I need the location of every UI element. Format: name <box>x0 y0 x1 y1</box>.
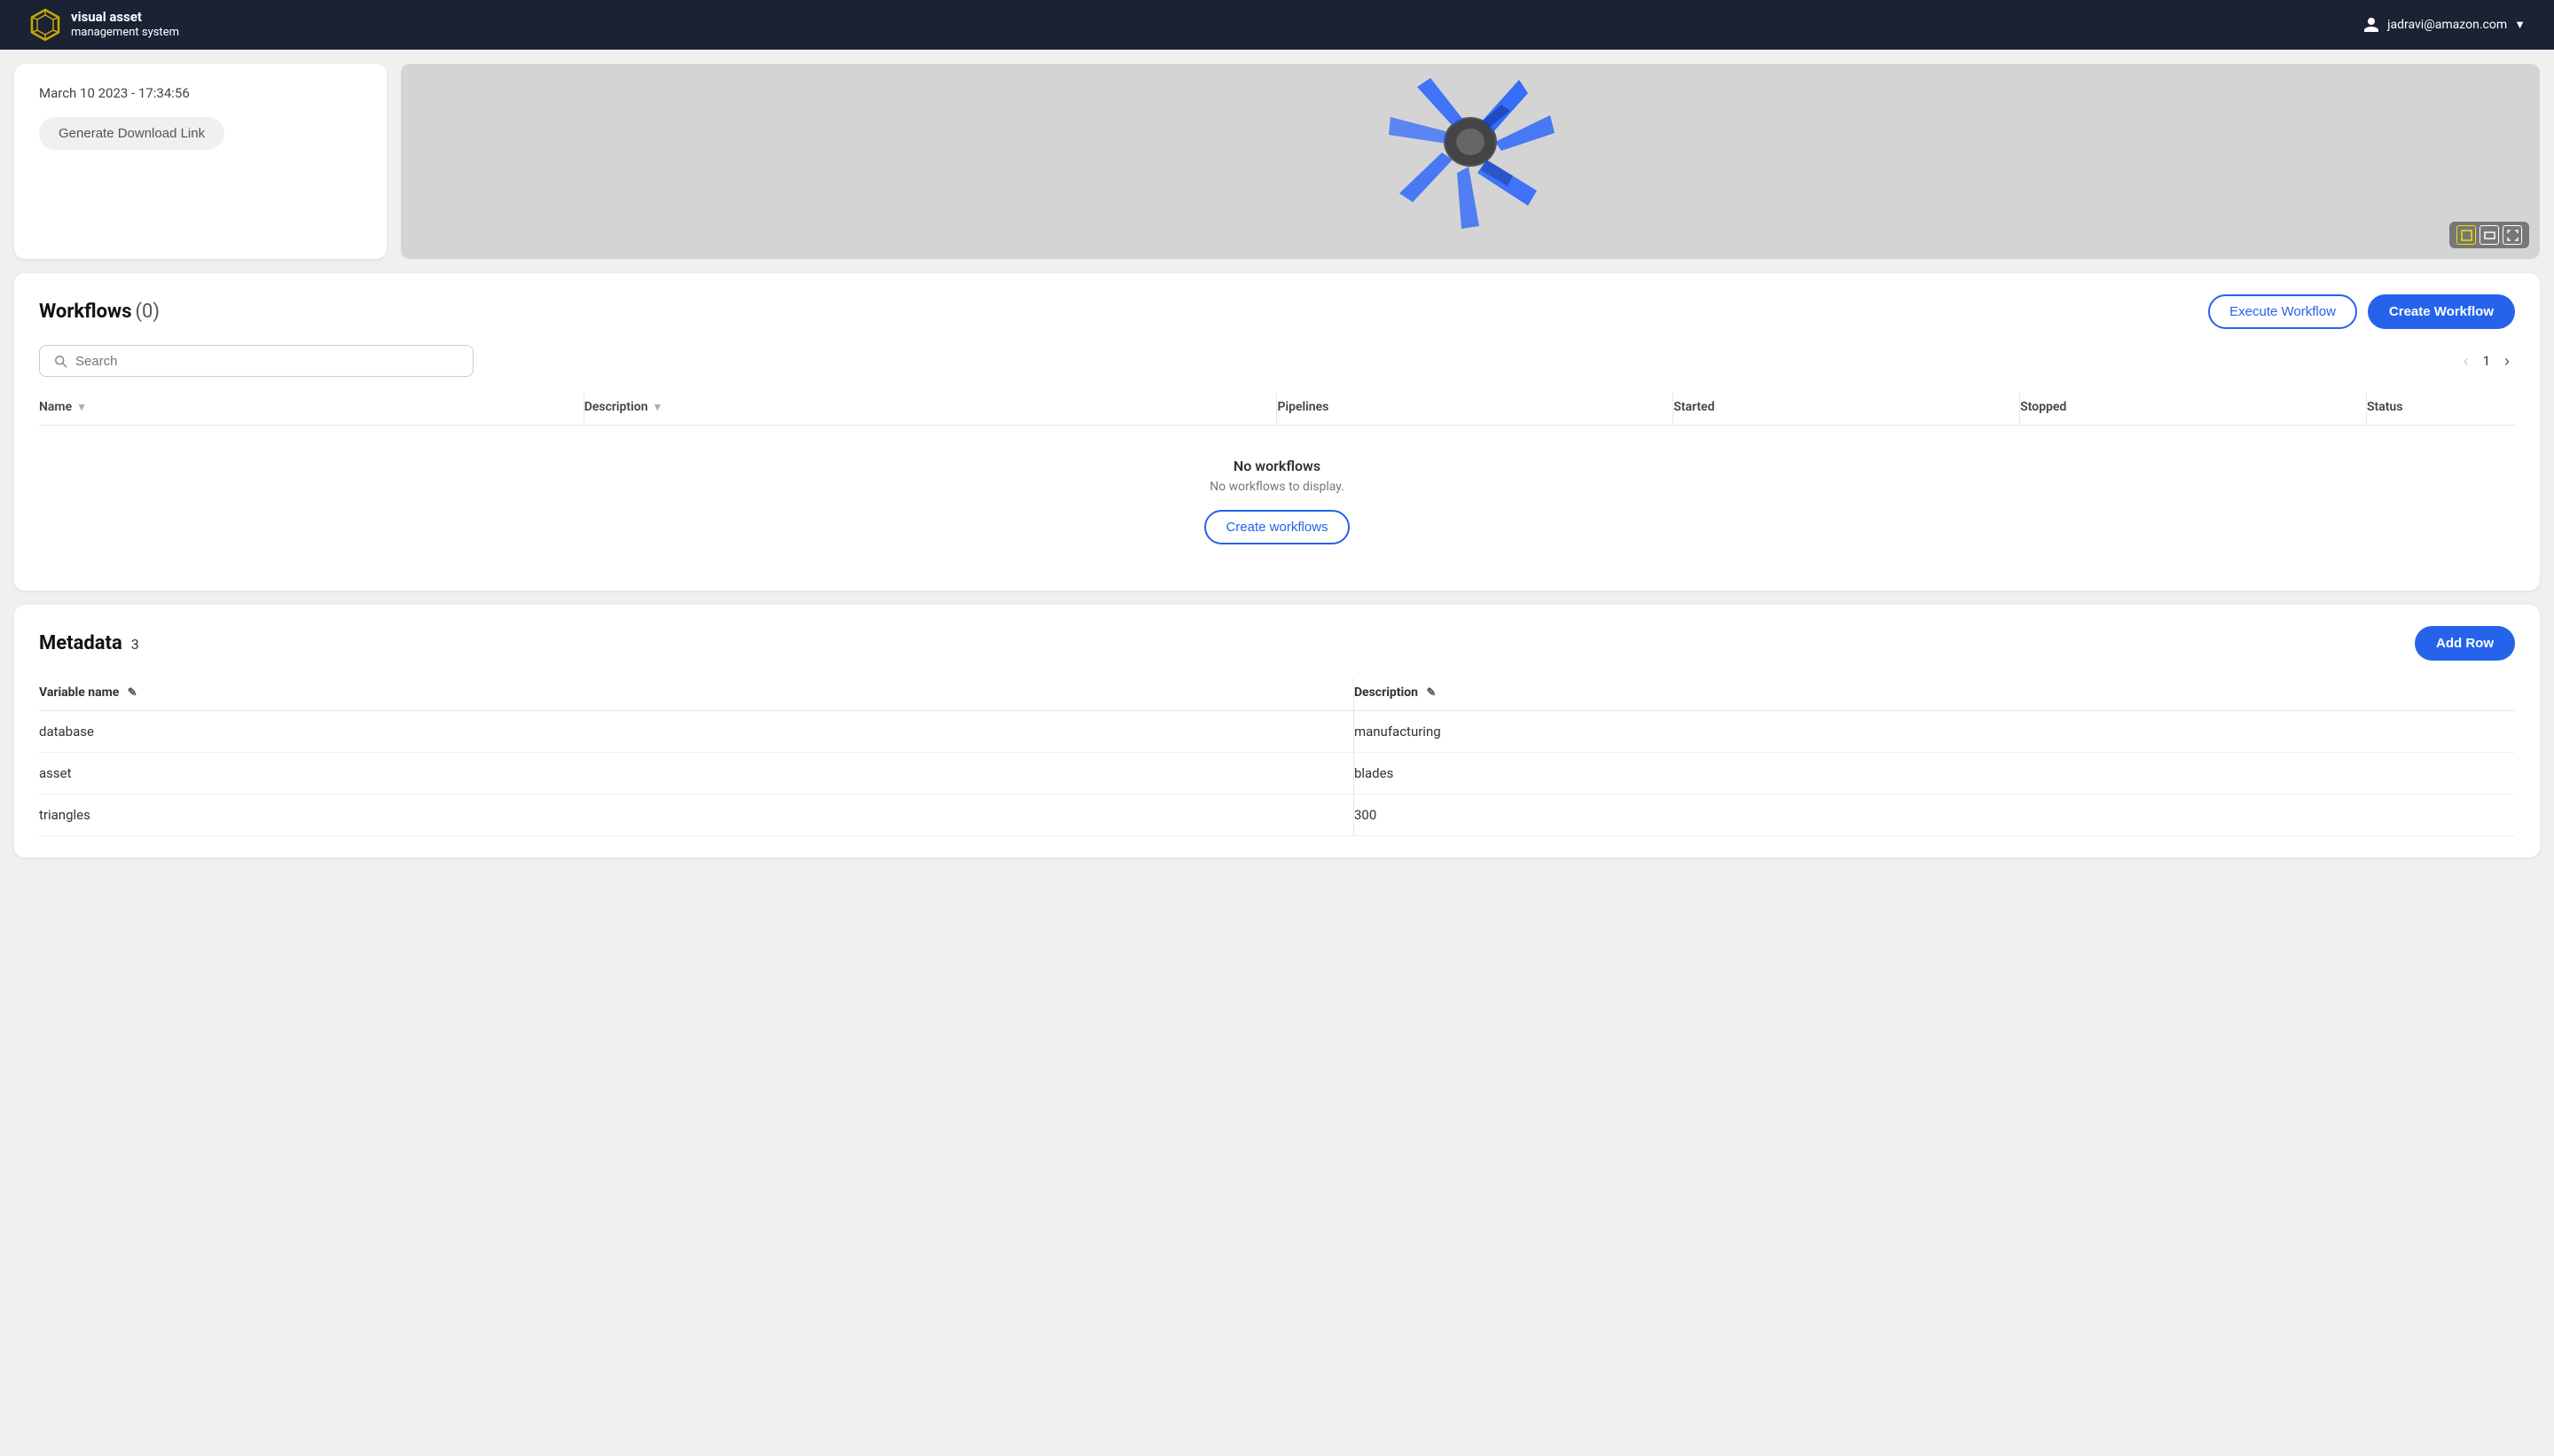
table-row: asset blades <box>39 753 2515 795</box>
create-workflow-button[interactable]: Create Workflow <box>2368 294 2515 329</box>
main-content: March 10 2023 - 17:34:56 Generate Downlo… <box>0 50 2554 857</box>
download-card: March 10 2023 - 17:34:56 Generate Downlo… <box>14 64 387 259</box>
metadata-header: Metadata 3 Add Row <box>39 626 2515 661</box>
metadesc-edit-icon[interactable]: ✎ <box>1426 686 1436 700</box>
pagination: ‹ 1 › <box>2458 350 2515 372</box>
top-navigation: visual asset management system jadravi@a… <box>0 0 2554 50</box>
metadata-table: Variable name ✎ Description ✎ database m… <box>39 678 2515 836</box>
metadata-title-block: Metadata 3 <box>39 632 139 654</box>
col-stopped-header: Stopped <box>2020 393 2367 426</box>
col-pip-header: Pipelines <box>1277 393 1673 426</box>
prev-page-button[interactable]: ‹ <box>2458 350 2474 372</box>
user-menu[interactable]: jadravi@amazon.com ▼ <box>2362 16 2526 34</box>
search-row: ‹ 1 › <box>39 345 2515 377</box>
workflows-actions: Execute Workflow Create Workflow <box>2208 294 2515 329</box>
3d-preview-area <box>401 64 2540 259</box>
preview-ctrl-fullscreen[interactable] <box>2503 225 2522 245</box>
search-input[interactable] <box>75 354 460 369</box>
col-metadesc-header: Description ✎ <box>1353 678 2515 711</box>
logo: visual asset management system <box>28 8 179 42</box>
search-icon <box>52 353 68 369</box>
add-row-button[interactable]: Add Row <box>2415 626 2515 661</box>
col-name-header: Name ▼ <box>39 393 584 426</box>
turbine-blade-visual <box>1364 71 1577 257</box>
table-row: database manufacturing <box>39 711 2515 753</box>
square-icon <box>2461 230 2472 241</box>
logo-icon <box>28 8 62 42</box>
create-workflows-button[interactable]: Create workflows <box>1204 510 1349 544</box>
description-cell: blades <box>1353 753 2515 795</box>
preview-ctrl-rect[interactable] <box>2480 225 2499 245</box>
top-row: March 10 2023 - 17:34:56 Generate Downlo… <box>0 50 2554 273</box>
workflows-title: Workflows (0) <box>39 301 160 323</box>
generate-download-button[interactable]: Generate Download Link <box>39 117 224 150</box>
table-row: triangles 300 <box>39 795 2515 836</box>
empty-state: No workflows No workflows to display. Cr… <box>39 426 2515 569</box>
desc-sort-icon[interactable]: ▼ <box>653 401 663 413</box>
col-started-header: Started <box>1673 393 2020 426</box>
app-name: visual asset management system <box>71 9 179 41</box>
rect-icon <box>2484 230 2495 241</box>
user-icon <box>2362 16 2380 34</box>
name-sort-icon[interactable]: ▼ <box>76 401 87 413</box>
description-cell: 300 <box>1353 795 2515 836</box>
varname-edit-icon[interactable]: ✎ <box>128 686 137 700</box>
variable-name-cell: asset <box>39 753 1353 795</box>
col-status-header: Status <box>2366 393 2515 426</box>
col-desc-header: Description ▼ <box>584 393 1277 426</box>
variable-name-cell: triangles <box>39 795 1353 836</box>
next-page-button[interactable]: › <box>2499 350 2515 372</box>
variable-name-cell: database <box>39 711 1353 753</box>
workflows-section: Workflows (0) Execute Workflow Create Wo… <box>14 273 2540 591</box>
workflows-header: Workflows (0) Execute Workflow Create Wo… <box>39 294 2515 329</box>
search-box[interactable] <box>39 345 474 377</box>
user-dropdown-icon[interactable]: ▼ <box>2514 18 2526 32</box>
workflows-table: Name ▼ Description ▼ Pipelines <box>39 393 2515 569</box>
empty-subtitle: No workflows to display. <box>39 480 2515 494</box>
preview-controls <box>2449 222 2529 248</box>
preview-ctrl-square[interactable] <box>2456 225 2476 245</box>
execute-workflow-button[interactable]: Execute Workflow <box>2208 294 2357 329</box>
col-varname-header: Variable name ✎ <box>39 678 1353 711</box>
empty-title: No workflows <box>39 458 2515 474</box>
fullscreen-icon <box>2507 230 2519 241</box>
metadata-section: Metadata 3 Add Row Variable name ✎ Descr… <box>14 605 2540 857</box>
description-cell: manufacturing <box>1353 711 2515 753</box>
user-email: jadravi@amazon.com <box>2387 18 2507 32</box>
asset-date: March 10 2023 - 17:34:56 <box>39 85 362 101</box>
page-number: 1 <box>2483 353 2490 369</box>
